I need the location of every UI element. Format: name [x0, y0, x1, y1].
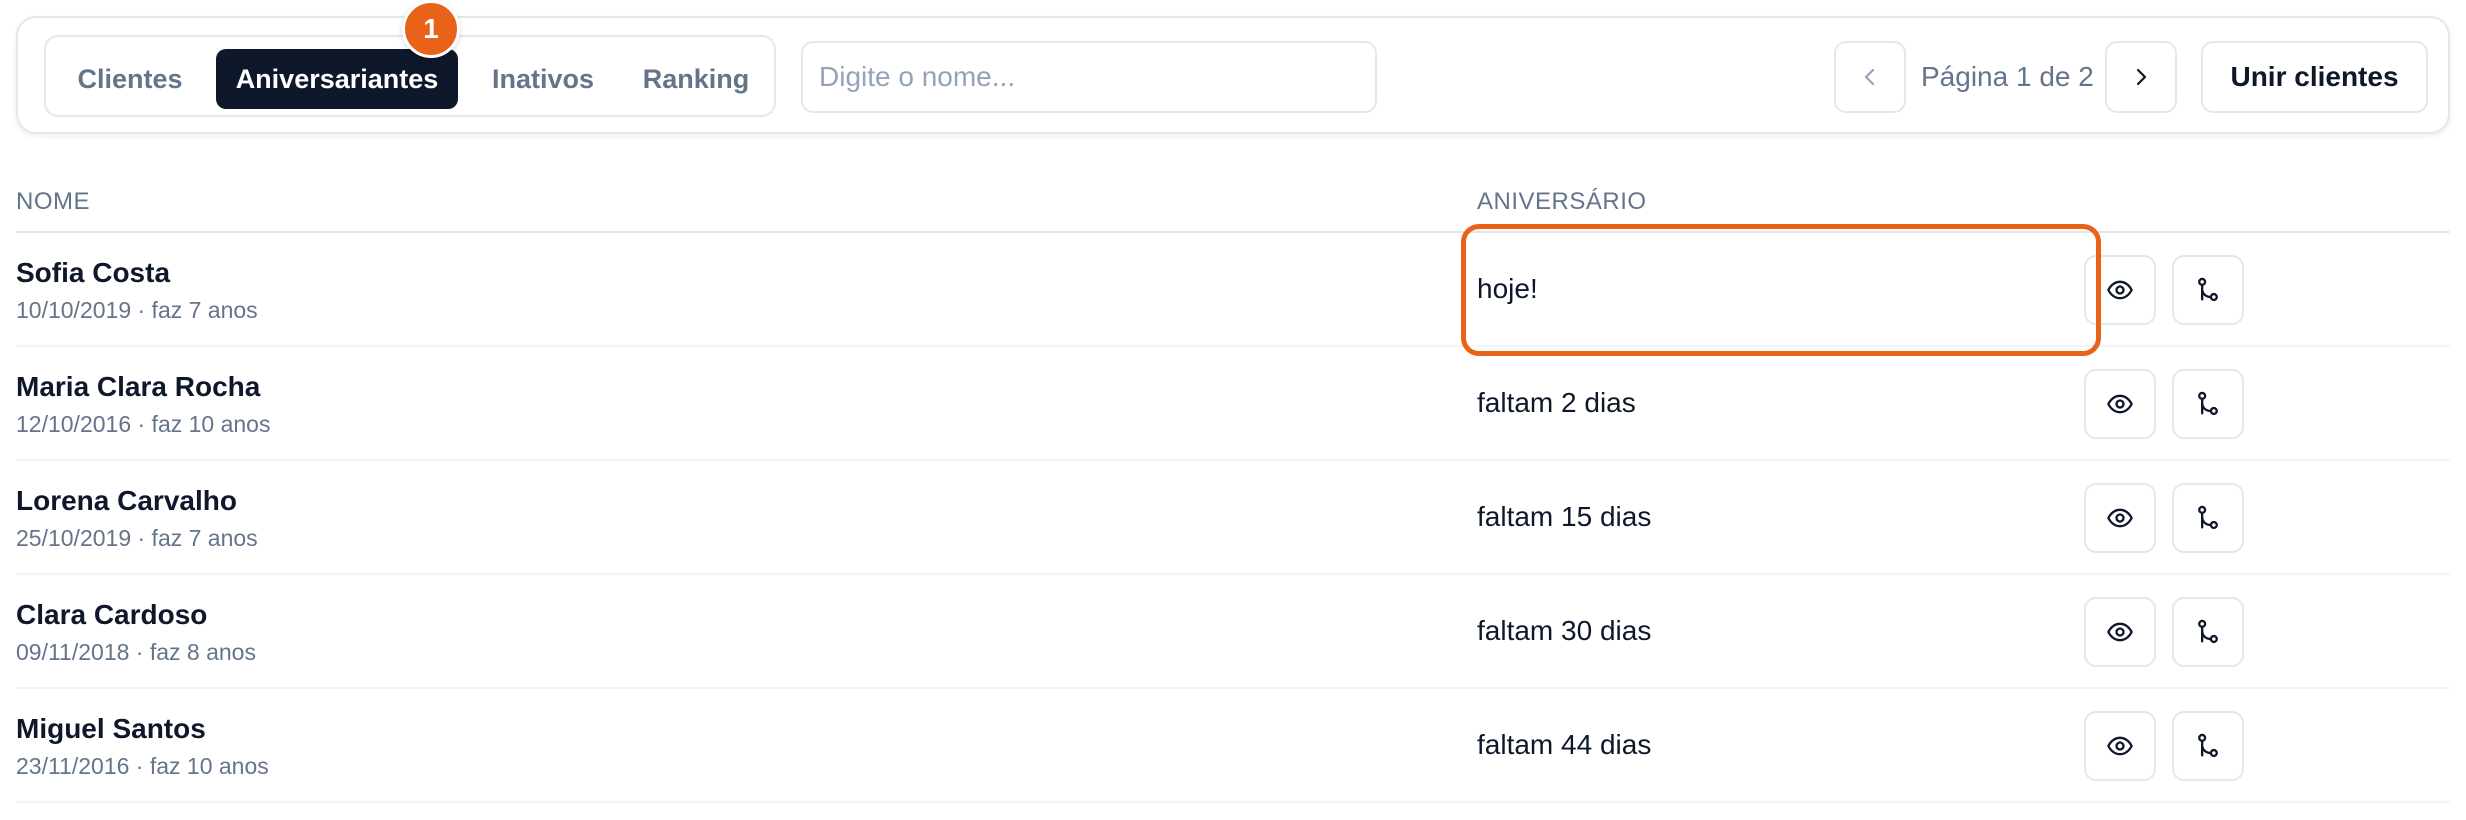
tab-clientes[interactable]: Clientes — [64, 49, 196, 109]
merge-clients-button[interactable]: Unir clientes — [2201, 41, 2428, 113]
eye-icon — [2107, 394, 2133, 414]
merge-icon — [2198, 505, 2218, 530]
view-client-button[interactable] — [2084, 369, 2156, 439]
client-name: Sofia Costa — [16, 257, 171, 288]
tab-inativos[interactable]: Inativos — [478, 49, 608, 109]
view-client-button[interactable] — [2084, 711, 2156, 781]
toolbar: Clientes Aniversariantes Inativos Rankin… — [16, 16, 2450, 134]
column-header-birthday: ANIVERSÁRIO — [1477, 188, 1647, 215]
merge-icon — [2198, 733, 2218, 758]
table-row: Maria Clara Rocha 12/10/2016 · faz 10 an… — [16, 347, 2450, 461]
merge-client-button[interactable] — [2172, 369, 2244, 439]
merge-icon — [2198, 391, 2218, 416]
birthday-status: faltam 30 dias — [1477, 615, 1652, 646]
birthday-status: faltam 15 dias — [1477, 501, 1652, 532]
client-name: Clara Cardoso — [16, 599, 208, 630]
chevron-left-icon — [1864, 68, 1875, 86]
client-name: Maria Clara Rocha — [16, 371, 261, 402]
chevron-right-icon — [2136, 68, 2147, 86]
table-row: Sofia Costa 10/10/2019 · faz 7 anos hoje… — [16, 233, 2450, 347]
eye-icon — [2107, 622, 2133, 642]
table-row: Miguel Santos 23/11/2016 · faz 10 anos f… — [16, 689, 2450, 803]
client-birthdate: 09/11/2018 · faz 8 anos — [16, 639, 256, 665]
merge-icon — [2198, 277, 2218, 302]
merge-icon — [2198, 619, 2218, 644]
client-birthdate: 25/10/2019 · faz 7 anos — [16, 525, 258, 551]
merge-client-button[interactable] — [2172, 255, 2244, 325]
birthday-status: faltam 44 dias — [1477, 729, 1652, 760]
next-page-button[interactable] — [2105, 41, 2177, 113]
eye-icon — [2107, 280, 2133, 300]
view-client-button[interactable] — [2084, 255, 2156, 325]
notification-badge: 1 — [402, 0, 460, 58]
tab-ranking[interactable]: Ranking — [628, 49, 764, 109]
page-indicator: Página 1 de 2 — [1921, 61, 2094, 92]
birthday-status: hoje! — [1477, 273, 1538, 304]
view-client-button[interactable] — [2084, 483, 2156, 553]
client-name: Miguel Santos — [16, 713, 206, 744]
client-birthdate: 10/10/2019 · faz 7 anos — [16, 297, 258, 323]
eye-icon — [2107, 508, 2133, 528]
search-input[interactable] — [801, 41, 1377, 113]
tab-aniversariantes[interactable]: Aniversariantes — [216, 49, 458, 109]
merge-client-button[interactable] — [2172, 711, 2244, 781]
column-header-name: NOME — [16, 188, 90, 215]
view-client-button[interactable] — [2084, 597, 2156, 667]
table-row: Lorena Carvalho 25/10/2019 · faz 7 anos … — [16, 461, 2450, 575]
merge-client-button[interactable] — [2172, 597, 2244, 667]
client-birthdate: 23/11/2016 · faz 10 anos — [16, 753, 269, 779]
client-name: Lorena Carvalho — [16, 485, 237, 516]
table-row: Clara Cardoso 09/11/2018 · faz 8 anos fa… — [16, 575, 2450, 689]
previous-page-button[interactable] — [1834, 41, 1906, 113]
eye-icon — [2107, 736, 2133, 756]
birthday-status: faltam 2 dias — [1477, 387, 1636, 418]
merge-client-button[interactable] — [2172, 483, 2244, 553]
client-birthdate: 12/10/2016 · faz 10 anos — [16, 411, 271, 437]
